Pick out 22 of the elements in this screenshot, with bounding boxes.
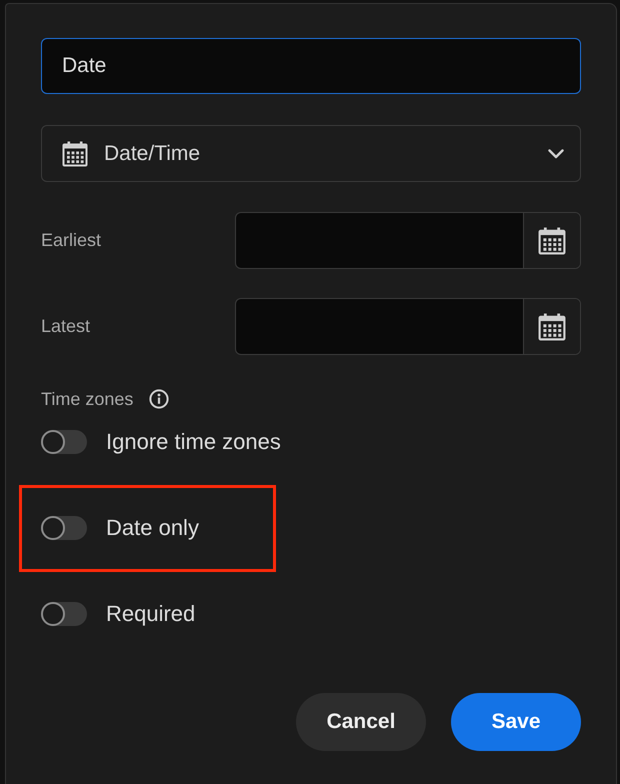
toggle-label: Required xyxy=(106,601,196,627)
field-label: Latest xyxy=(41,316,92,337)
cancel-button[interactable]: Cancel xyxy=(296,693,426,751)
toggle-switch[interactable] xyxy=(41,430,87,454)
chevron-down-icon xyxy=(548,148,564,158)
section-label: Time zones xyxy=(41,388,134,410)
save-button[interactable]: Save xyxy=(451,693,581,751)
name-input-field[interactable]: Date xyxy=(41,38,581,94)
toggle-switch[interactable] xyxy=(41,516,87,540)
info-icon[interactable] xyxy=(149,389,170,409)
toggle-switch[interactable] xyxy=(41,602,87,626)
date-input-field[interactable] xyxy=(235,212,581,269)
calendar-icon xyxy=(62,140,88,166)
type-select[interactable]: Date/Time xyxy=(41,125,581,182)
toggle-label: Ignore time zones xyxy=(106,429,281,455)
calendar-icon xyxy=(538,226,566,254)
field-label: Earliest xyxy=(41,230,102,251)
toggle-label: Date only xyxy=(106,515,199,541)
calendar-button[interactable] xyxy=(523,299,580,354)
date-input-field[interactable] xyxy=(235,298,581,355)
calendar-button[interactable] xyxy=(523,213,580,268)
calendar-icon xyxy=(538,312,566,340)
